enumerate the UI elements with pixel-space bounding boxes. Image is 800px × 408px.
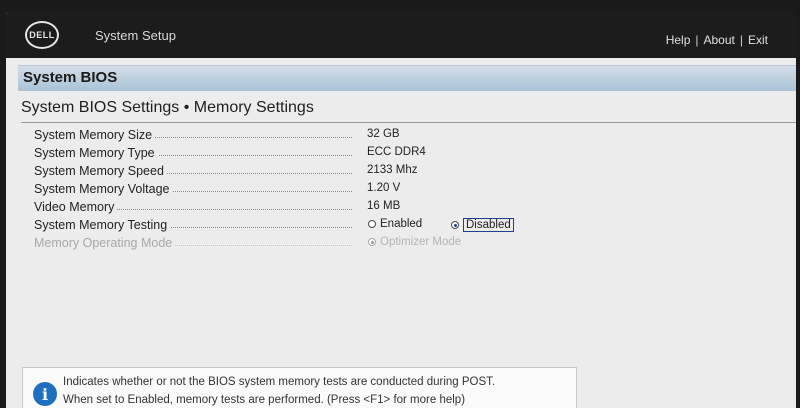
radio-optimizer-circle (368, 238, 376, 246)
setting-label: System Memory Testing (34, 218, 171, 232)
about-link[interactable]: About (704, 33, 735, 47)
radio-optimizer-mode: Optimizer Mode (368, 236, 461, 248)
setting-value: 32 GB (367, 128, 400, 140)
setting-row-memory-testing: System Memory Testing Enabled Disabled (34, 216, 514, 234)
radio-enabled-circle[interactable] (368, 220, 376, 228)
setting-value: 1.20 V (367, 182, 401, 194)
radio-enabled[interactable]: Enabled (368, 218, 422, 230)
radio-disabled-circle[interactable] (451, 221, 459, 229)
logo-text: DELL (29, 30, 55, 40)
setting-row-memory-size: System Memory Size 32 GB (34, 126, 514, 144)
radio-enabled-label: Enabled (380, 218, 423, 230)
setting-label: System Memory Voltage (34, 182, 173, 196)
section-bar: System BIOS (18, 65, 796, 91)
help-text: Indicates whether or not the BIOS system… (63, 373, 495, 408)
heading-divider (21, 122, 796, 123)
setting-row-video-memory: Video Memory 16 MB (34, 198, 514, 216)
radio-disabled-label: Disabled (463, 218, 514, 232)
help-link[interactable]: Help (666, 33, 691, 47)
setting-value: 2133 Mhz (367, 164, 418, 176)
setting-row-memory-voltage: System Memory Voltage 1.20 V (34, 180, 514, 198)
setting-row-memory-type: System Memory Type ECC DDR4 (34, 144, 514, 162)
link-separator: | (695, 33, 699, 47)
setting-label: System Memory Speed (34, 164, 167, 178)
bios-screen: DELL System Setup Help | About | Exit System… (6, 12, 796, 408)
setting-row-memory-operating-mode: Memory Operating Mode Optimizer Mode (34, 234, 514, 252)
page-title: System BIOS Settings • Memory Settings (21, 99, 314, 116)
help-line-1: Indicates whether or not the BIOS system… (63, 376, 496, 388)
setting-value: 16 MB (367, 200, 401, 212)
link-separator: | (739, 33, 743, 47)
setting-label: System Memory Size (34, 128, 156, 142)
top-links: Help | About | Exit (666, 33, 768, 47)
exit-link[interactable]: Exit (748, 33, 768, 47)
help-line-2: When set to Enabled, memory tests are pe… (63, 394, 466, 406)
top-bar: DELL System Setup Help | About | Exit (6, 12, 796, 58)
radio-optimizer-label: Optimizer Mode (380, 236, 462, 248)
setting-value: ECC DDR4 (367, 146, 426, 158)
setting-row-memory-speed: System Memory Speed 2133 Mhz (34, 162, 514, 180)
radio-disabled[interactable]: Disabled (451, 218, 514, 232)
info-icon: i (33, 382, 57, 406)
help-panel: i Indicates whether or not the BIOS syst… (22, 367, 577, 408)
setting-label: Memory Operating Mode (34, 236, 176, 250)
section-title: System BIOS (23, 69, 118, 86)
setting-label: System Memory Type (34, 146, 158, 160)
app-title: System Setup (95, 28, 176, 43)
setting-label: Video Memory (34, 200, 118, 214)
dell-logo: DELL (25, 21, 59, 49)
